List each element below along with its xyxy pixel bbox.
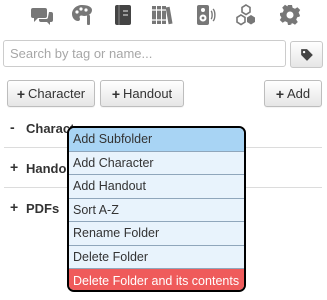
chat-bubbles-icon[interactable]	[30, 3, 54, 27]
menu-item-delete-folder[interactable]: Delete Folder	[69, 245, 244, 269]
menu-item-rename-folder[interactable]: Rename Folder	[69, 222, 244, 246]
search-input[interactable]	[3, 40, 286, 67]
sidebar-tab-bar	[0, 0, 327, 34]
collections-dice-icon[interactable]	[234, 3, 258, 27]
journal-book-icon[interactable]	[111, 3, 135, 27]
menu-item-sort-a-z[interactable]: Sort A-Z	[69, 198, 244, 222]
settings-gear-icon[interactable]	[278, 3, 302, 27]
compendium-books-icon[interactable]	[150, 3, 174, 27]
tag-icon	[301, 49, 313, 61]
add-handout-button[interactable]: + Handout	[100, 80, 184, 107]
plus-icon: +	[16, 85, 26, 102]
menu-item-add-subfolder[interactable]: Add Subfolder	[69, 128, 244, 152]
plus-icon: +	[275, 85, 285, 102]
menu-item-add-handout[interactable]: Add Handout	[69, 175, 244, 199]
button-label: Add	[287, 86, 311, 101]
expand-toggle[interactable]: +	[10, 199, 18, 215]
jukebox-speaker-icon[interactable]	[192, 3, 216, 27]
add-character-button[interactable]: + Character	[7, 80, 95, 107]
plus-icon: +	[111, 85, 121, 102]
folder-name: PDFs	[26, 201, 60, 216]
menu-item-delete-folder-and-contents[interactable]: Delete Folder and its contents	[69, 269, 244, 290]
art-palette-icon[interactable]	[70, 3, 94, 27]
button-label: Character	[28, 86, 86, 101]
menu-item-add-character[interactable]: Add Character	[69, 151, 244, 175]
button-label: Handout	[123, 86, 173, 101]
tag-filter-button[interactable]	[290, 41, 323, 68]
collapse-toggle[interactable]: -	[10, 119, 15, 135]
expand-toggle[interactable]: +	[10, 159, 18, 175]
search-bar	[3, 40, 286, 67]
folder-context-menu: Add Subfolder Add Character Add Handout …	[67, 126, 246, 292]
add-button[interactable]: + Add	[264, 80, 322, 107]
